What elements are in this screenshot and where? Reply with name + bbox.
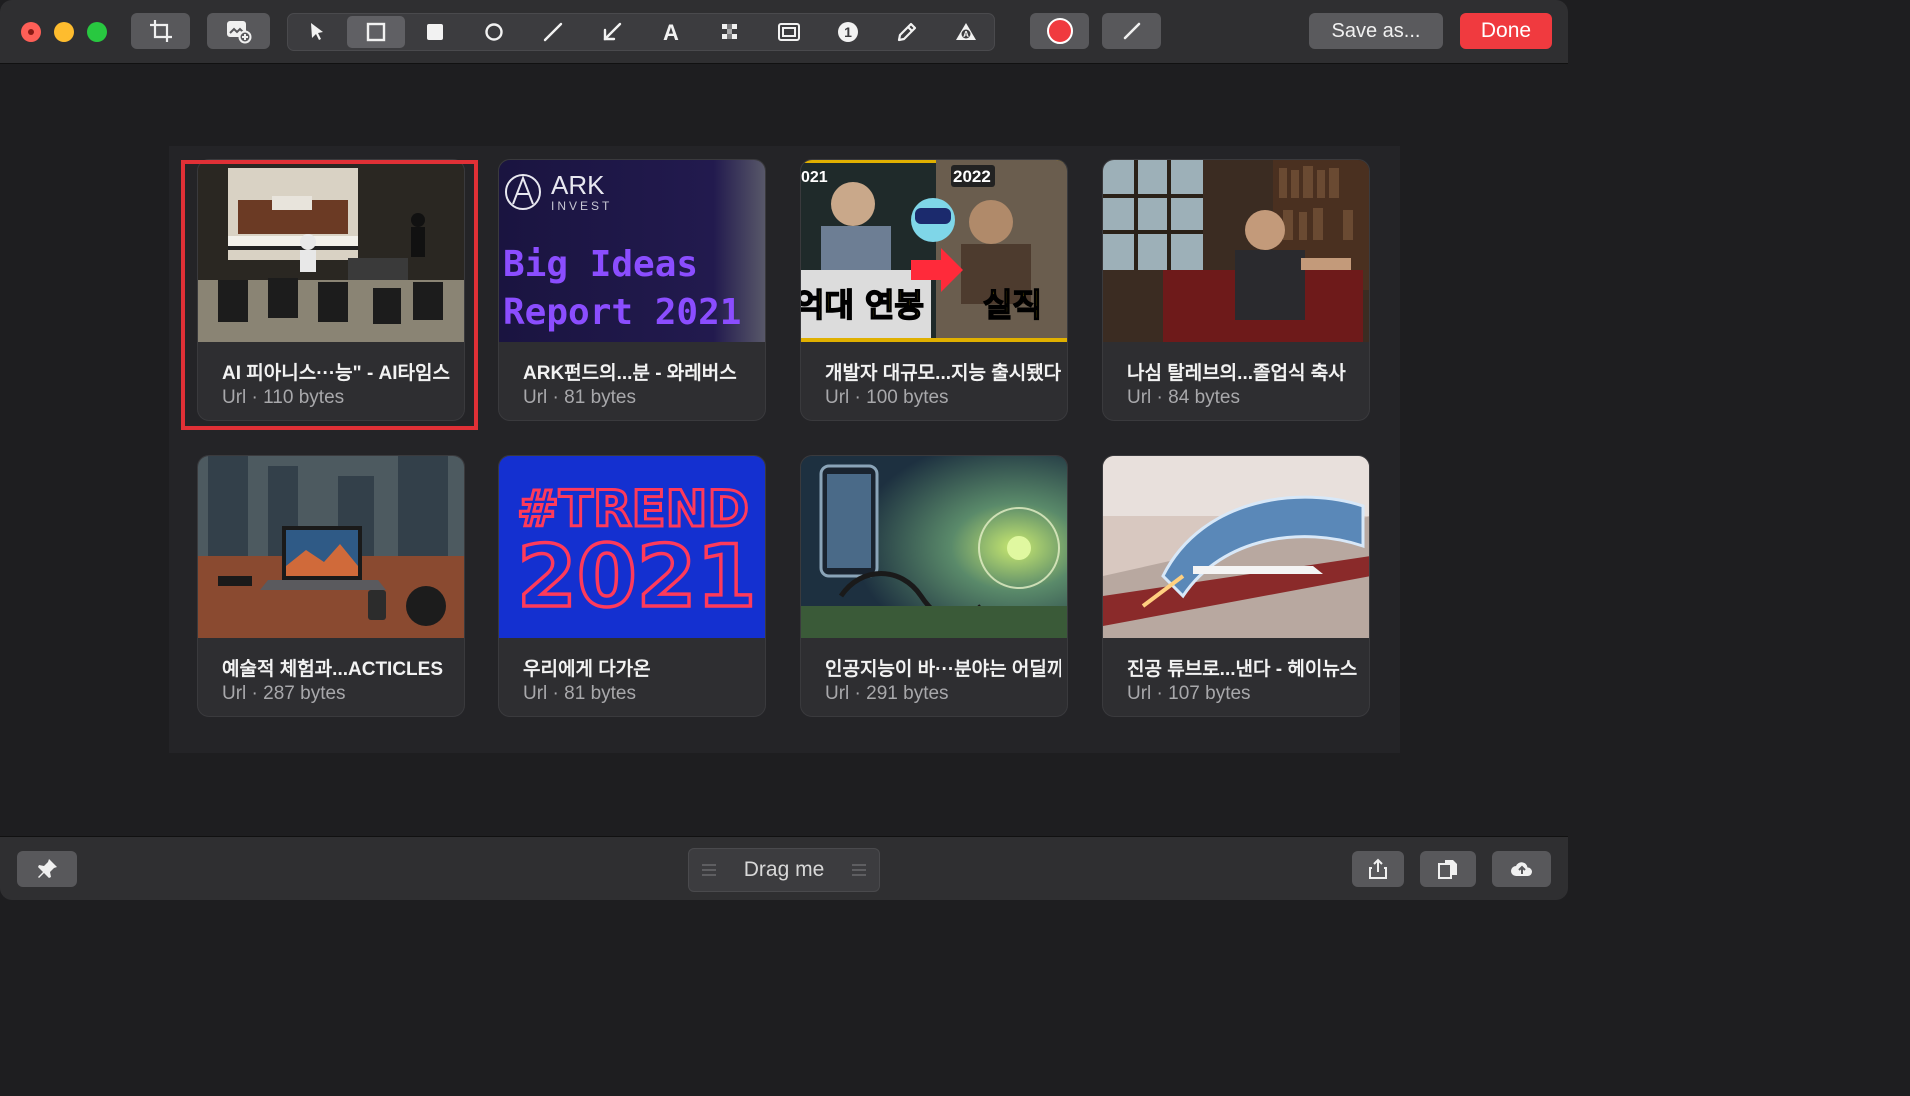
card-subtitle: Url · 81 bytes [523,387,636,408]
card-subtitle: Url · 84 bytes [1127,387,1240,408]
pencil-icon [897,22,917,42]
screenshot-editor-window: A 1 A Save as... Done AI 피아니스···능" - AI타… [0,0,1568,900]
text-icon: A [663,20,679,44]
svg-text:A: A [963,30,969,39]
add-image-icon [226,21,251,44]
svg-text:1: 1 [844,24,852,40]
close-window-button[interactable] [21,22,41,42]
link-card[interactable]: #TREND 2021 우리에게 다가온 Url · 81 bytes [498,455,766,717]
arrow-icon [603,22,622,41]
card-thumbnail: ARK INVEST Big Ideas Report 2021 [499,160,765,342]
arrow-pointer-icon [311,23,323,40]
color-swatch [1046,18,1073,44]
tool-filled-rectangle[interactable] [406,16,464,48]
tool-highlight[interactable] [760,16,818,48]
tool-arrow[interactable] [583,16,641,48]
pin-icon [38,859,57,878]
card-title: 우리에게 다가온 [523,659,651,680]
link-card[interactable]: 나심 탈레브의...졸업식 축사 Url · 84 bytes [1102,159,1370,421]
line-icon [543,22,563,42]
card-subtitle: Url · 100 bytes [825,387,949,408]
share-button[interactable] [1352,851,1404,887]
drag-handle[interactable]: Drag me [688,848,880,892]
crop-button[interactable] [131,13,190,49]
thumb-left-caption: 억대 연봉 [801,286,924,324]
thumb-year-right: 2022 [953,167,991,186]
pixelate-icon [722,24,737,39]
copy-button[interactable] [1420,851,1476,887]
link-card[interactable]: 인공지능이 바···분야는 어딜까 Url · 291 bytes [800,455,1068,717]
tool-rectangle[interactable] [347,16,405,48]
maximize-window-button[interactable] [87,22,107,42]
grip-lines-icon [702,864,716,876]
card-title: 인공지능이 바···분야는 어딜까 [825,659,1061,680]
marker-icon: A [956,23,976,40]
drawing-tools: A 1 A [287,13,995,51]
save-as-button[interactable]: Save as... [1309,13,1443,49]
pin-button[interactable] [17,851,77,887]
minimize-window-button[interactable] [54,22,74,42]
highlight-icon [778,23,800,41]
card-thumbnail: #TREND 2021 [499,456,765,638]
rectangle-outline-icon [366,22,386,42]
copy-icon [1438,860,1457,879]
card-subtitle: Url · 107 bytes [1127,683,1251,704]
counter-icon: 1 [838,22,858,42]
card-thumbnail [801,456,1067,638]
thumb-headline-2: Report 2021 [503,292,741,333]
card-title: 개발자 대규모...지능 출시됐다 [825,363,1061,384]
share-icon [1369,858,1387,879]
tool-pixelate[interactable] [701,16,759,48]
circle-icon [485,23,503,41]
done-button[interactable]: Done [1460,13,1552,49]
ark-brand-text: ARK [551,170,605,200]
thumb-year-left: 021 [801,169,828,186]
card-thumbnail: 021 2022 억대 연봉 실직 [801,160,1067,342]
link-card[interactable]: 021 2022 억대 연봉 실직 개발자 대규모...지능 출시됐다 Url … [800,159,1068,421]
add-image-button[interactable] [207,13,270,49]
card-title: ARK펀드의...분 - 와레버스 [523,363,737,384]
link-card[interactable]: ARK INVEST Big Ideas Report 2021 ARK펀드의.… [498,159,766,421]
tool-text[interactable]: A [642,16,700,48]
thumb-right-caption: 실직 [983,286,1042,324]
grip-lines-icon [852,864,866,876]
card-thumbnail [1103,160,1369,342]
rectangle-annotation[interactable] [181,160,478,430]
tool-select[interactable] [288,16,346,48]
tool-marker[interactable]: A [937,16,995,48]
color-picker-button[interactable] [1030,13,1089,49]
card-subtitle: Url · 291 bytes [825,683,949,704]
tool-counter[interactable]: 1 [819,16,877,48]
rectangle-filled-icon [427,24,443,40]
upload-button[interactable] [1492,851,1551,887]
stroke-width-icon [1123,22,1140,40]
tool-ellipse[interactable] [465,16,523,48]
cloud-upload-icon [1510,862,1532,876]
svg-text:A: A [663,20,679,44]
thumb-headline-1: Big Ideas [503,244,698,285]
thumb-year-text: 2021 [517,527,756,627]
card-title: 예술적 체험과...ACTICLES [222,659,443,680]
ark-brand-sub-text: INVEST [551,199,612,213]
crop-icon [149,20,172,42]
tool-pencil[interactable] [878,16,936,48]
card-thumbnail [198,456,464,638]
card-title: 진공 튜브로...낸다 - 헤이뉴스 [1127,659,1358,680]
drag-label: Drag me [743,858,825,881]
card-subtitle: Url · 81 bytes [523,683,636,704]
bottom-bar: Drag me [0,836,1568,900]
card-subtitle: Url · 287 bytes [222,683,346,704]
card-thumbnail [1103,456,1369,638]
link-card[interactable]: 예술적 체험과...ACTICLES Url · 287 bytes [197,455,465,717]
tool-line[interactable] [524,16,582,48]
stroke-width-button[interactable] [1102,13,1161,49]
card-title: 나심 탈레브의...졸업식 축사 [1127,363,1346,384]
top-toolbar: A 1 A Save as... Done [0,0,1568,64]
link-card[interactable]: 진공 튜브로...낸다 - 헤이뉴스 Url · 107 bytes [1102,455,1370,717]
